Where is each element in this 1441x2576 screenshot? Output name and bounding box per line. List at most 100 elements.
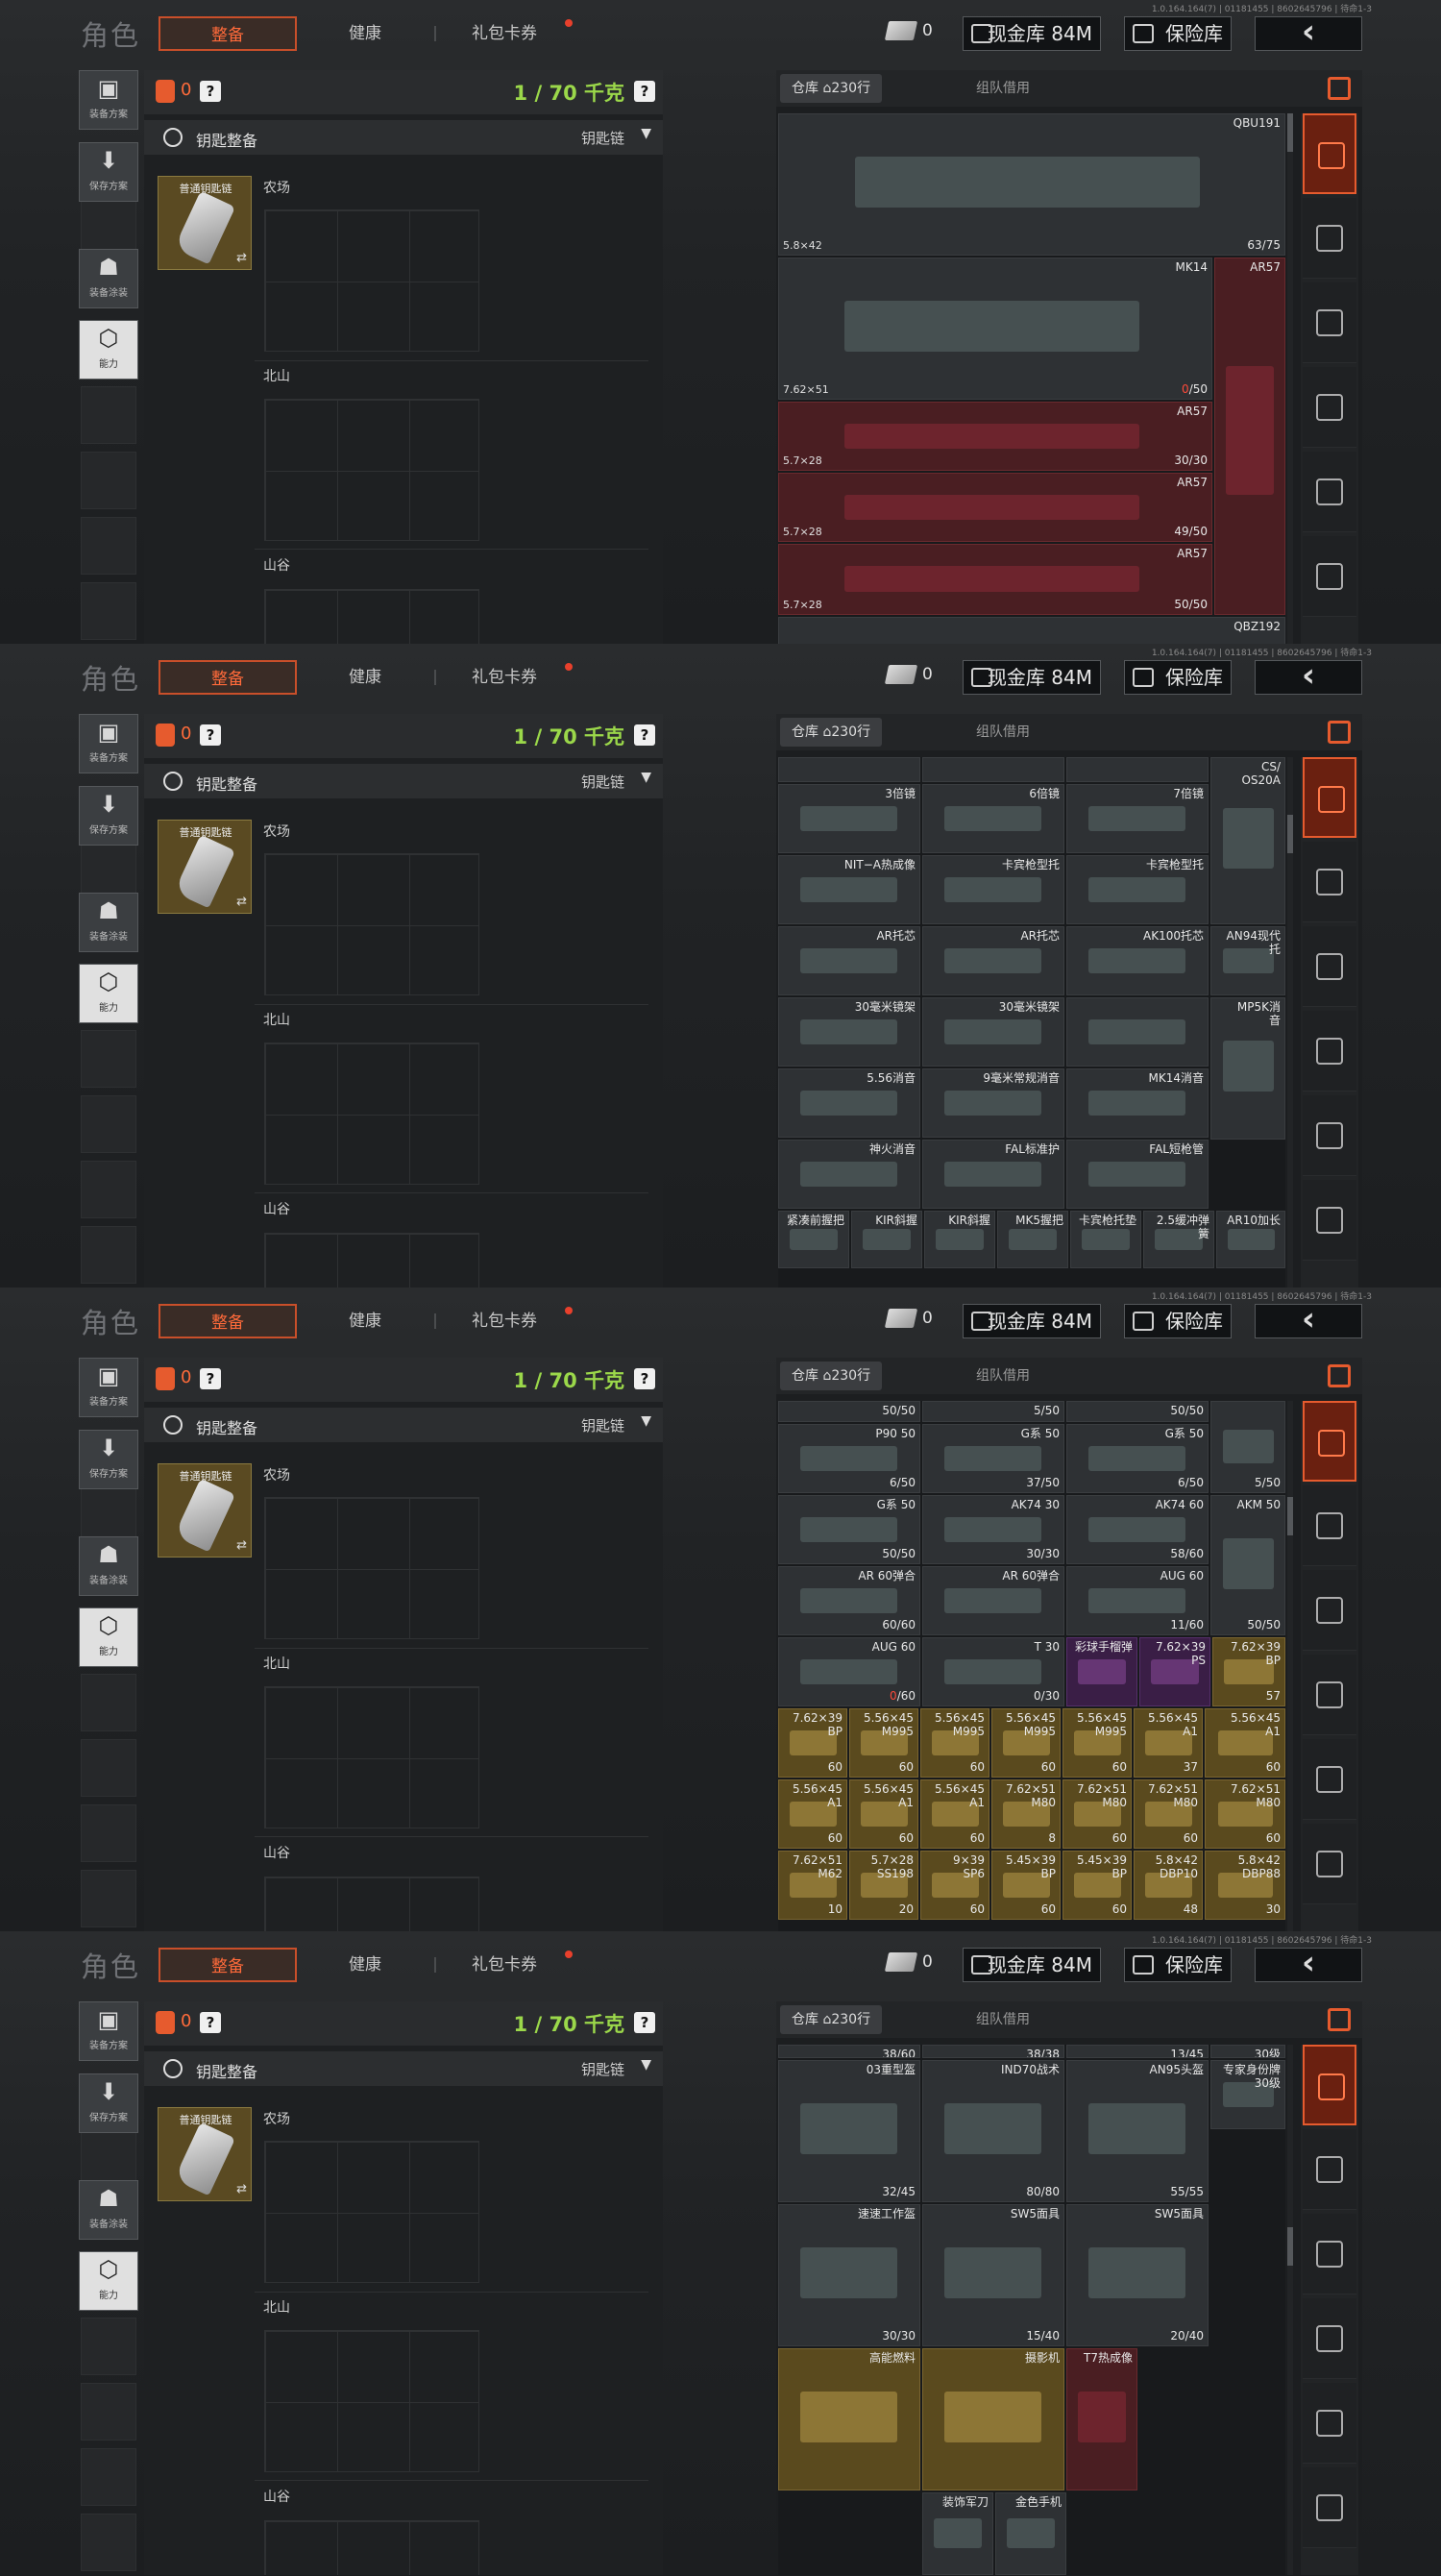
tab-gift-card[interactable]: 礼包卡券 (452, 1948, 557, 1982)
scrollbar[interactable] (1287, 2045, 1293, 2575)
cash-vault-button[interactable]: 现金库 84M (963, 1304, 1101, 1338)
keychain-card[interactable]: 普通钥匙链 ⇄ (158, 2107, 252, 2201)
inventory-item[interactable]: MK14 7.62×51 0/50 (778, 258, 1212, 400)
inventory-item[interactable]: 5.56×45 M995 60 (1062, 1708, 1132, 1778)
inventory-item[interactable]: G系 50 50/50 (778, 1495, 920, 1564)
inventory-item[interactable]: 5.56×45 A1 37 (1134, 1708, 1203, 1778)
help-icon[interactable]: ? (200, 1368, 221, 1389)
inventory-item[interactable]: AR10加长 (1216, 1211, 1285, 1268)
keychain-selector[interactable]: 钥匙链 (581, 2059, 624, 2079)
inventory-item[interactable]: 彩球手榴弹 (1066, 1637, 1137, 1706)
inventory-item[interactable]: AR57 (1214, 258, 1285, 615)
tab-warehouse[interactable]: 仓库 ⌂230行 (780, 1362, 883, 1390)
key-slot-grid[interactable] (264, 1497, 479, 1639)
category-equipment[interactable] (1303, 2129, 1356, 2210)
ability-button[interactable]: ⬡ 能力 (79, 964, 138, 1023)
keychain-selector[interactable]: 钥匙链 (581, 772, 624, 792)
skin-button[interactable]: ☗ 装备涂装 (79, 2180, 138, 2240)
inventory-item[interactable]: SW5面具 20/40 (1066, 2204, 1209, 2346)
inventory-item[interactable]: 5.56×45 M995 60 (849, 1708, 918, 1778)
inventory-item[interactable]: 7.62×51 M62 10 (778, 1851, 847, 1920)
inventory-item[interactable]: 03重型盔 32/45 (778, 2060, 920, 2202)
inventory-item[interactable]: AR托芯 (778, 926, 920, 995)
inventory-item[interactable]: 卡宾枪托垫 (1070, 1211, 1141, 1268)
category-all[interactable] (1303, 113, 1356, 194)
inventory-item[interactable]: 3倍镜 (778, 784, 920, 853)
help-icon[interactable]: ? (200, 724, 221, 746)
inventory-item[interactable]: 专家身份牌 30级 (1210, 2060, 1285, 2129)
inventory-item[interactable]: 5.56×45 M995 60 (991, 1708, 1061, 1778)
inventory-item[interactable]: 高能燃料 (778, 2348, 920, 2490)
category-weapons[interactable] (1303, 926, 1356, 1007)
loadout-plan-button[interactable]: ▣ 装备方案 (79, 70, 138, 130)
inventory-item[interactable]: T7热成像 (1066, 2348, 1137, 2490)
safe-vault-button[interactable]: 保险库 (1124, 16, 1232, 51)
inventory-item[interactable]: IND70战术 80/80 (922, 2060, 1064, 2202)
inventory-item[interactable]: 7.62×51 M80 60 (1205, 1779, 1285, 1849)
scroll-thumb[interactable] (1287, 2227, 1293, 2266)
tab-gift-card[interactable]: 礼包卡券 (452, 1304, 557, 1338)
help-icon[interactable]: ? (634, 2012, 655, 2033)
inventory-item[interactable]: G系 50 6/50 (1066, 1424, 1209, 1493)
inventory-item[interactable]: 50/50 (778, 1401, 920, 1422)
loadout-plan-button[interactable]: ▣ 装备方案 (79, 2001, 138, 2061)
inventory-item[interactable]: 5.45×39 BP 60 (991, 1851, 1061, 1920)
tab-gift-card[interactable]: 礼包卡券 (452, 16, 557, 51)
tab-equip[interactable]: 整备 (159, 1304, 297, 1338)
chevron-down-icon[interactable]: ▼ (641, 2057, 651, 2073)
inventory-item[interactable]: AUG 60 0/60 (778, 1637, 920, 1706)
tab-health[interactable]: 健康 (317, 660, 413, 695)
inventory-item[interactable]: 5.56×45 M995 60 (920, 1708, 989, 1778)
category-ammo[interactable] (1303, 1739, 1356, 1820)
inventory-item[interactable]: 5.56×45 A1 60 (849, 1779, 918, 1849)
swap-icon[interactable]: ⇄ (236, 1538, 247, 1553)
inventory-item[interactable]: QBZ192 (778, 617, 1285, 644)
key-slot-grid[interactable] (264, 399, 479, 541)
tab-equip[interactable]: 整备 (159, 660, 297, 695)
category-magazines[interactable] (1303, 1011, 1356, 1092)
scrollbar[interactable] (1287, 1401, 1293, 1931)
inventory-item[interactable]: AKM 50 50/50 (1210, 1495, 1285, 1635)
category-equipment[interactable] (1303, 198, 1356, 279)
tab-team-borrow[interactable]: 组队借用 (965, 2005, 1041, 2034)
inventory-item[interactable]: 金色手机 (995, 2492, 1066, 2575)
inventory-item[interactable]: 9×39 SP6 60 (920, 1851, 989, 1920)
inventory-item[interactable]: 30级 (1210, 2045, 1285, 2058)
inventory-item[interactable]: 5/50 (922, 1401, 1064, 1422)
cash-vault-button[interactable]: 现金库 84M (963, 1948, 1101, 1982)
help-icon[interactable]: ? (200, 2012, 221, 2033)
keychain-selector[interactable]: 钥匙链 (581, 128, 624, 148)
scroll-thumb[interactable] (1287, 113, 1293, 152)
inventory-item[interactable]: 5/50 (1210, 1401, 1285, 1493)
back-button[interactable]: ‹ (1255, 659, 1362, 695)
help-icon[interactable]: ? (634, 724, 655, 746)
inventory-item[interactable]: 9毫米常规消音 (922, 1068, 1064, 1138)
skin-button[interactable]: ☗ 装备涂装 (79, 1536, 138, 1596)
chevron-down-icon[interactable]: ▼ (641, 770, 651, 785)
keychain-selector[interactable]: 钥匙链 (581, 1415, 624, 1435)
save-plan-button[interactable]: ⬇ 保存方案 (79, 142, 138, 202)
category-weapons[interactable] (1303, 2214, 1356, 2294)
back-button[interactable]: ‹ (1255, 15, 1362, 51)
inventory-item[interactable] (1066, 757, 1209, 782)
inventory-item[interactable]: 5.56×45 A1 60 (778, 1779, 847, 1849)
scroll-thumb[interactable] (1287, 815, 1293, 853)
tab-team-borrow[interactable]: 组队借用 (965, 1362, 1041, 1390)
inventory-item[interactable]: QBU191 5.8×42 63/75 (778, 113, 1285, 256)
key-slot-grid[interactable] (264, 2330, 479, 2472)
help-icon[interactable]: ? (200, 81, 221, 102)
inventory-item[interactable]: 7.62×51 M80 60 (1134, 1779, 1203, 1849)
key-slot-grid[interactable] (264, 1686, 479, 1828)
inventory-item[interactable]: 7.62×51 M80 60 (1062, 1779, 1132, 1849)
inventory-item[interactable]: 7.62×51 M80 8 (991, 1779, 1061, 1849)
tab-gift-card[interactable]: 礼包卡券 (452, 660, 557, 695)
inventory-item[interactable]: 5.8×42 DBP88 30 (1205, 1851, 1285, 1920)
inventory-item[interactable]: 7.62×39 BP 57 (1212, 1637, 1285, 1706)
layers-icon[interactable] (1328, 721, 1351, 744)
key-slot-grid[interactable] (264, 209, 479, 352)
inventory-item[interactable]: AR 60弹合 (922, 1566, 1064, 1635)
inventory-item[interactable]: 卡宾枪型托 (1066, 855, 1209, 924)
inventory-item[interactable]: 5.56×45 A1 60 (1205, 1708, 1285, 1778)
inventory-item[interactable]: AK74 30 30/30 (922, 1495, 1064, 1564)
tab-health[interactable]: 健康 (317, 1948, 413, 1982)
